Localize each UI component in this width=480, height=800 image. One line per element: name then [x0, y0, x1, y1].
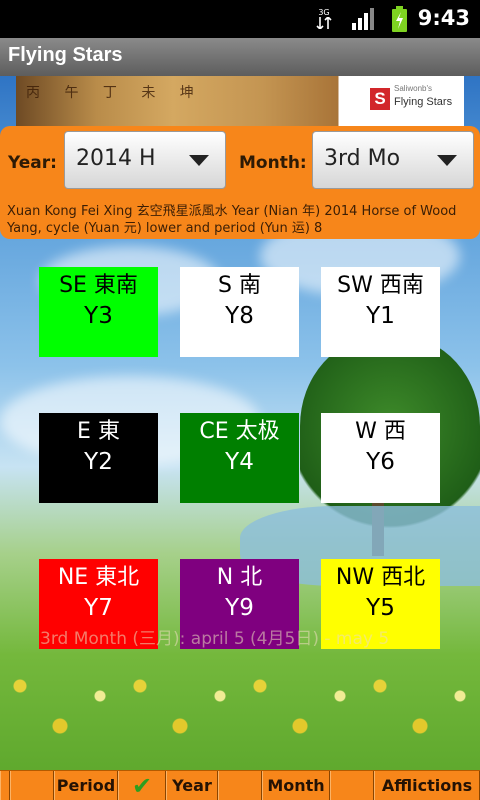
year-label: Year:: [8, 153, 57, 173]
tab-spacer: [330, 771, 374, 800]
sector-direction: NW 西北: [335, 565, 426, 590]
network-3g-icon: 3G: [316, 8, 332, 31]
sector-direction: NE 東北: [57, 565, 140, 590]
info-bar: Xuan Kong Fei Xing 玄空飛星派風水 Year (Nian 年)…: [0, 201, 480, 239]
compass-image-text: 丙 午 丁 未 坤: [26, 85, 204, 101]
tab-period[interactable]: Period: [54, 771, 118, 800]
network-label: 3G: [318, 8, 330, 17]
sector-s[interactable]: S 南 Y8: [180, 267, 299, 357]
sector-direction: SW 西南: [337, 273, 424, 298]
sector-star: Y8: [225, 303, 254, 329]
brand-logo: S Saliwonb's Flying Stars: [368, 84, 460, 118]
app-title-bar: Flying Stars: [0, 38, 480, 76]
year-info-text: Xuan Kong Fei Xing 玄空飛星派風水 Year (Nian 年)…: [7, 204, 457, 236]
sector-star: Y1: [366, 303, 395, 329]
tab-afflictions[interactable]: Afflictions: [374, 771, 480, 800]
sector-direction: SE 東南: [59, 273, 138, 298]
chevron-down-icon: [189, 155, 209, 166]
signal-icon: [352, 8, 374, 30]
app-title: Flying Stars: [8, 44, 123, 66]
tab-month[interactable]: Month: [262, 771, 330, 800]
tab-spacer: [0, 771, 10, 800]
month-range-text: 3rd Month (三月): april 5 (4月5日) - may 5: [40, 629, 390, 649]
sector-star: Y2: [84, 449, 113, 475]
sector-sw[interactable]: SW 西南 Y1: [321, 267, 440, 357]
year-spinner[interactable]: 2014 H: [64, 131, 226, 189]
logo-subtext: Saliwonb's: [394, 84, 432, 93]
sector-star: Y6: [366, 449, 395, 475]
sector-se[interactable]: SE 東南 Y3: [39, 267, 158, 357]
sector-w[interactable]: W 西 Y6: [321, 413, 440, 503]
month-label: Month:: [239, 153, 307, 173]
tab-spacer: [218, 771, 262, 800]
selector-bar: Year: 2014 H Month: 3rd Mo: [0, 126, 480, 201]
sector-star: Y3: [84, 303, 113, 329]
tab-spacer: [10, 771, 54, 800]
logo-letter: S: [370, 88, 390, 110]
sector-star: Y7: [84, 595, 113, 621]
sector-direction: CE 太极: [199, 419, 280, 444]
battery-charging-icon: [392, 6, 407, 32]
status-bar: 3G 9:43: [0, 0, 480, 38]
month-spinner[interactable]: 3rd Mo: [312, 131, 474, 189]
sector-direction: E 東: [77, 419, 120, 444]
sector-star: Y9: [225, 595, 254, 621]
month-spinner-value: 3rd Mo: [324, 146, 401, 171]
year-spinner-value: 2014 H: [76, 146, 156, 171]
tab-year[interactable]: Year: [166, 771, 218, 800]
banner-ad[interactable]: 丙 午 丁 未 坤 S Saliwonb's Flying Stars: [16, 76, 464, 126]
sector-center[interactable]: CE 太极 Y4: [180, 413, 299, 503]
sector-direction: N 北: [216, 565, 263, 590]
sector-direction: S 南: [218, 273, 261, 298]
check-icon[interactable]: ✔: [118, 771, 166, 800]
bottom-tab-bar: Period ✔ Year Month Afflictions: [0, 770, 480, 800]
sector-star: Y5: [366, 595, 395, 621]
sector-star: Y4: [225, 449, 254, 475]
sector-e[interactable]: E 東 Y2: [39, 413, 158, 503]
chevron-down-icon: [437, 155, 457, 166]
status-time: 9:43: [417, 6, 470, 30]
logo-name: Flying Stars: [394, 96, 453, 108]
sector-direction: W 西: [355, 419, 406, 444]
